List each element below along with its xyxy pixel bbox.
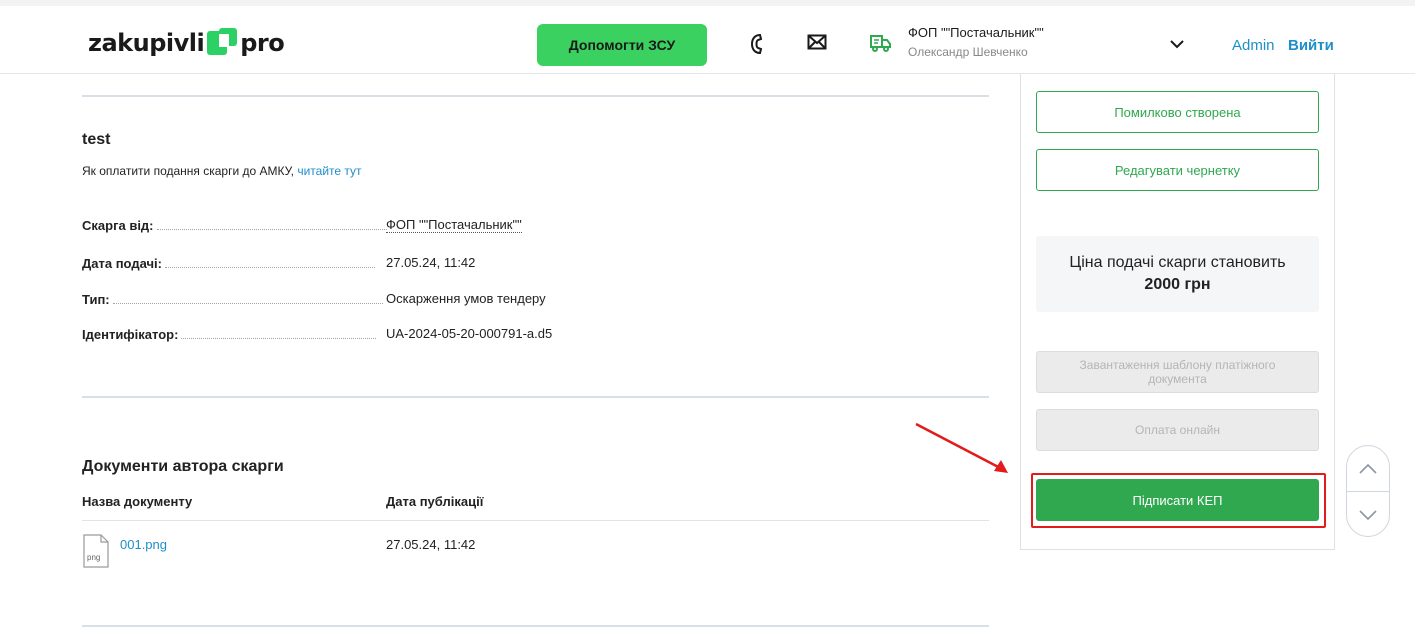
detail-label: Ідентифікатор: (82, 327, 179, 342)
detail-value: ФОП ""Постачальник"" (386, 217, 522, 233)
annotation-arrow-icon (915, 422, 1008, 473)
chevron-down-icon[interactable] (1170, 36, 1184, 54)
documents-title: Документи автора скарги (82, 458, 284, 475)
pay-hint: Як оплатити подання скарги до АМКУ, чита… (82, 164, 362, 178)
download-template-button[interactable]: Завантаження шаблону платіжного документ… (1036, 351, 1319, 393)
edit-draft-button[interactable]: Редагувати чернетку (1036, 149, 1319, 191)
detail-row-date: Дата подачі: 27.05.24, 11:42 (82, 255, 502, 271)
logo-mark-icon (207, 28, 238, 58)
scroll-down-button[interactable] (1347, 492, 1389, 537)
header: zakupivli pro Допомогти ЗСУ ФОП ""Постач… (0, 0, 1415, 74)
file-png-icon: png (82, 534, 110, 568)
detail-label: Тип: (82, 292, 110, 307)
detail-value: Оскарження умов тендеру (386, 291, 546, 306)
file-link[interactable]: 001.png (120, 537, 167, 552)
dotted-leader (156, 229, 387, 230)
pay-hint-link[interactable]: читайте тут (297, 164, 361, 178)
detail-label: Дата подачі: (82, 256, 162, 271)
dotted-leader (164, 267, 375, 268)
pay-online-button[interactable]: Оплата онлайн (1036, 409, 1319, 451)
detail-value: 27.05.24, 11:42 (386, 255, 476, 270)
admin-link[interactable]: Admin (1232, 37, 1275, 54)
file-date: 27.05.24, 11:42 (386, 537, 476, 552)
section-divider (82, 396, 989, 398)
scroll-up-button[interactable] (1347, 446, 1389, 491)
dotted-leader (112, 303, 383, 304)
phone-icon[interactable] (750, 33, 764, 59)
complaint-title: test (82, 131, 111, 148)
mistaken-button[interactable]: Помилково створена (1036, 91, 1319, 133)
detail-row-identifier: Ідентифікатор: UA-2024-05-20-000791-a.d5 (82, 326, 552, 342)
table-divider (82, 520, 989, 521)
user-name: Олександр Шевченко (908, 45, 1028, 59)
organization-name: ФОП ""Постачальник"" (908, 25, 1044, 40)
detail-label: Скарга від: (82, 218, 154, 233)
section-divider (82, 95, 989, 97)
price-amount: 2000 грн (1144, 276, 1211, 293)
dotted-leader (181, 338, 377, 339)
help-zsu-button[interactable]: Допомогти ЗСУ (537, 24, 707, 66)
sign-kep-button[interactable]: Підписати КЕП (1036, 479, 1319, 521)
truck-icon (870, 34, 892, 56)
organization-switcher[interactable]: ФОП ""Постачальник"" Олександр Шевченко (908, 25, 1044, 59)
scroll-controls (1346, 445, 1390, 537)
chevron-up-icon (1359, 463, 1377, 474)
detail-row-type: Тип: Оскарження умов тендеру (82, 291, 546, 307)
column-header-name: Назва документу (82, 494, 193, 509)
logo[interactable]: zakupivli pro (88, 28, 285, 58)
pay-hint-text: Як оплатити подання скарги до АМКУ, (82, 164, 298, 178)
file-type-label: png (87, 553, 100, 562)
chevron-down-icon (1359, 509, 1377, 520)
mail-icon[interactable] (807, 32, 827, 54)
price-box: Ціна подачі скарги становить 2000 грн (1036, 236, 1319, 312)
section-divider (82, 625, 989, 627)
price-text: Ціна подачі скарги становить (1069, 254, 1286, 271)
detail-row-author: Скарга від: ФОП ""Постачальник"" (82, 217, 522, 233)
logout-link[interactable]: Вийти (1288, 37, 1334, 54)
logo-text-left: zakupivli (88, 29, 205, 57)
column-header-date: Дата публікації (386, 494, 484, 509)
logo-text-right: pro (240, 29, 285, 57)
detail-value: UA-2024-05-20-000791-a.d5 (386, 326, 553, 341)
